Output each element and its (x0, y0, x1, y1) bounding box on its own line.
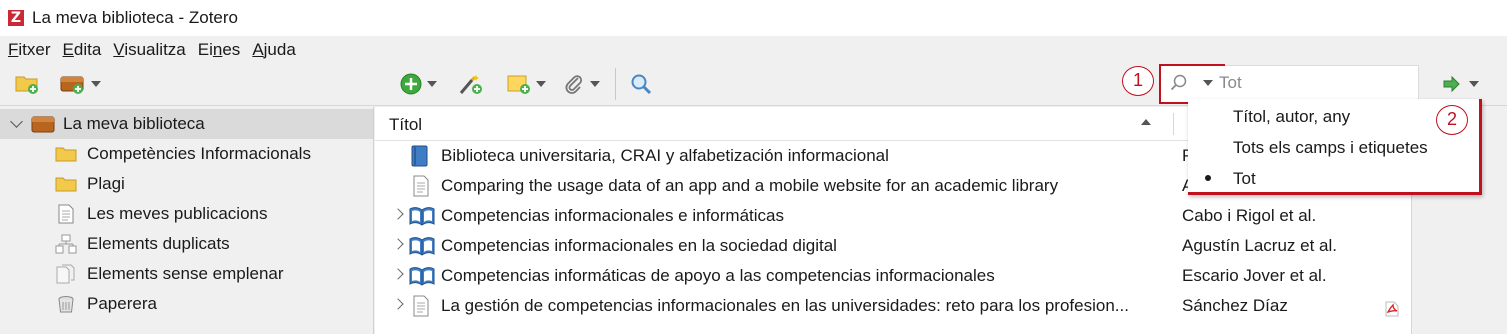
collection-label: Elements sense emplenar (87, 264, 284, 283)
item-title: Comparing the usage data of an app and a… (441, 176, 1059, 195)
collection-label: Competències Informacionals (87, 144, 311, 163)
search-mode-option[interactable]: Tots els camps i etiquetes (1233, 138, 1428, 158)
collection-item[interactable]: Les meves publicacions (55, 199, 267, 229)
document-icon (58, 204, 74, 224)
chevron-down-icon[interactable] (10, 115, 23, 128)
collection-item[interactable]: Elements sense emplenar (55, 259, 284, 289)
folder-icon (55, 147, 77, 162)
sort-ascending-icon (1141, 119, 1151, 125)
menu-eines[interactable]: Eines (198, 40, 241, 60)
table-row[interactable]: La gestión de competencias informacional… (375, 291, 1411, 321)
add-by-identifier-button[interactable] (458, 72, 484, 96)
item-creator: Escario Jover et al. (1182, 266, 1327, 285)
chevron-right-icon[interactable] (392, 238, 404, 250)
collection-label: Les meves publicacions (87, 204, 268, 223)
item-creator: Agustín Lacruz et al. (1182, 236, 1337, 255)
callout-marker-2: 2 (1436, 105, 1468, 135)
table-row[interactable]: Competencias informacionales en la socie… (375, 231, 1411, 261)
new-note-icon (507, 75, 530, 94)
search-mode-highlight (1159, 64, 1225, 104)
toolbar-divider (615, 68, 616, 100)
library-label: La meva biblioteca (63, 114, 205, 133)
item-creator: Sánchez Díaz (1182, 296, 1288, 315)
callout-marker-1: 1 (1122, 66, 1154, 96)
unfiled-icon (56, 264, 75, 284)
collections-pane: La meva biblioteca Competències Informac… (0, 107, 374, 334)
chevron-right-icon[interactable] (392, 268, 404, 280)
collection-item[interactable]: Paperera (55, 289, 157, 319)
advanced-search-button[interactable] (630, 72, 652, 96)
magic-wand-icon (459, 75, 482, 94)
new-collection-icon (15, 76, 38, 94)
search-mode-option-selected[interactable]: Tot (1233, 169, 1256, 189)
menu-bar: Fitxer Edita Visualitza Eines Ajuda (0, 36, 1507, 64)
collection-item[interactable]: Elements duplicats (55, 229, 230, 259)
chevron-down-icon (1469, 81, 1479, 87)
menu-visualitza[interactable]: Visualitza (113, 40, 185, 60)
library-icon (31, 116, 55, 133)
advanced-search-icon (631, 74, 652, 95)
search-icon[interactable] (1170, 74, 1188, 92)
library-tree-item[interactable]: La meva biblioteca (10, 109, 205, 139)
menu-ajuda[interactable]: Ajuda (252, 40, 295, 60)
item-title: La gestión de competencias informacional… (441, 296, 1129, 315)
document-icon (413, 295, 429, 317)
sync-arrow-icon (1443, 75, 1460, 93)
new-library-icon (60, 76, 84, 94)
pdf-icon[interactable] (1385, 301, 1399, 317)
new-library-button[interactable] (60, 72, 101, 96)
document-icon (413, 175, 429, 197)
search-mode-option[interactable]: Títol, autor, any (1233, 107, 1350, 127)
chevron-right-icon[interactable] (392, 298, 404, 310)
collection-item[interactable]: Plagi (55, 169, 125, 199)
chevron-down-icon (427, 81, 437, 87)
column-divider[interactable] (1173, 113, 1174, 135)
trash-icon (58, 296, 74, 313)
menu-edita[interactable]: Edita (63, 40, 102, 60)
new-item-icon (400, 73, 422, 95)
item-title: Biblioteca universitaria, CRAI y alfabet… (441, 146, 889, 165)
column-header-title[interactable]: Títol (389, 115, 422, 135)
attachment-icon (565, 75, 583, 94)
new-note-button[interactable] (507, 72, 546, 96)
window-title: La meva biblioteca - Zotero (32, 8, 238, 27)
chevron-down-icon (91, 81, 101, 87)
collection-label: Elements duplicats (87, 234, 230, 253)
sync-button[interactable] (1443, 72, 1479, 96)
item-title: Competencias informáticas de apoyo a las… (441, 266, 995, 285)
book-section-icon (409, 237, 435, 256)
book-section-icon (409, 267, 435, 286)
chevron-down-icon (590, 81, 600, 87)
add-attachment-button[interactable] (563, 72, 600, 96)
search-input[interactable]: Tot (1219, 73, 1242, 93)
table-row[interactable]: Competencias informacionales e informáti… (375, 201, 1411, 231)
collection-label: Paperera (87, 294, 157, 313)
new-collection-button[interactable] (15, 72, 39, 96)
title-bar: Z La meva biblioteca - Zotero (0, 0, 1507, 36)
selected-bullet-icon (1205, 175, 1211, 181)
chevron-down-icon (536, 81, 546, 87)
item-creator: Cabo i Rigol et al. (1182, 206, 1317, 225)
collection-label: Plagi (87, 174, 125, 193)
item-title: Competencias informacionales e informáti… (441, 206, 784, 225)
menu-fitxer[interactable]: Fitxer (8, 40, 51, 60)
duplicate-icon (55, 234, 77, 254)
chevron-right-icon[interactable] (392, 208, 404, 220)
collection-item[interactable]: Competències Informacionals (55, 139, 311, 169)
folder-icon (55, 177, 77, 192)
table-row[interactable]: Competencias informáticas de apoyo a las… (375, 261, 1411, 291)
book-section-icon (409, 207, 435, 226)
book-icon (411, 145, 428, 167)
zotero-logo-icon: Z (8, 10, 24, 26)
search-mode-chevron-down-icon[interactable] (1203, 80, 1213, 86)
new-item-button[interactable] (400, 72, 437, 96)
item-title: Competencias informacionales en la socie… (441, 236, 837, 255)
